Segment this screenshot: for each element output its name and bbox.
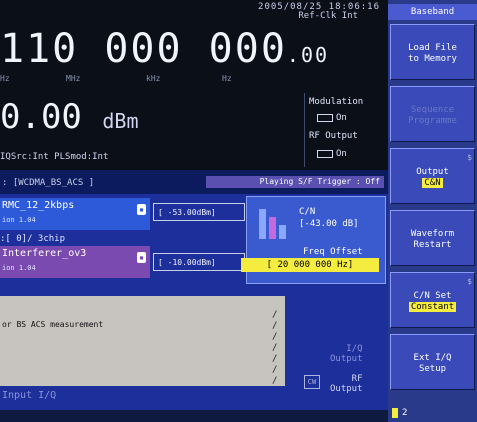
unit-hz: Hz	[0, 74, 10, 83]
output-value: C&N	[422, 178, 443, 188]
frequency-value: 110 000 000.00	[0, 26, 330, 72]
waveform-title: : [WCDMA_BS_ACS ]	[2, 178, 95, 188]
ext-iq-setup-button[interactable]: Ext I/Q Setup	[390, 334, 475, 390]
submenu-icon: $	[467, 277, 472, 286]
interferer-signal-label: Interferer_ov3	[2, 248, 87, 259]
level-display[interactable]: 0.00 dBm	[0, 93, 300, 148]
unit-khz: kHz	[146, 74, 161, 83]
divider-marks: / / / / / / /	[272, 310, 278, 386]
top-status-bar: 2005/08/25 18:06:16 Ref-Clk Int	[0, 0, 388, 22]
page-indicator[interactable]: 2	[388, 404, 477, 422]
cn-bars-icon	[255, 205, 293, 239]
cn-label: C/N	[299, 207, 316, 217]
interferer-signal-level[interactable]: [ -10.00dBm]	[153, 253, 245, 271]
file-icon: ▪	[137, 204, 146, 215]
ref-clock-status: Ref-Clk Int	[298, 11, 358, 21]
freq-offset-value[interactable]: [ 20 000 000 Hz]	[241, 258, 379, 272]
rf-output-toggle[interactable]: On	[317, 149, 347, 159]
load-file-button[interactable]: Load File to Memory	[390, 24, 475, 80]
wanted-signal-block[interactable]: RMC_12_2kbps ion 1.04 ▪	[0, 198, 150, 230]
wanted-signal-label: RMC_12_2kbps	[2, 200, 75, 211]
cn-panel[interactable]: C/N [-43.00 dB] Freq Offset [ 20 000 000…	[241, 196, 386, 284]
iq-output-label: I/Q Output	[330, 344, 363, 364]
baseband-block-diagram: RMC_12_2kbps ion 1.04 ▪ [ -53.00dBm] :[ …	[0, 194, 388, 410]
submenu-icon: $	[467, 153, 472, 162]
cw-box: CW	[304, 375, 320, 389]
wanted-signal-level[interactable]: [ -53.00dBm]	[153, 203, 245, 221]
description-text: or BS ACS measurement	[2, 320, 104, 329]
frequency-display[interactable]: 110 000 000.00 Hz MHz kHz Hz	[0, 22, 388, 92]
sequence-programme-button[interactable]: Sequence Programme	[390, 86, 475, 142]
interferer-signal-version: ion 1.04	[2, 264, 36, 272]
unit-mhz: MHz	[66, 74, 81, 83]
rf-output-port-label: RF Output	[330, 374, 363, 394]
page-marker-icon	[392, 408, 398, 418]
playing-status: Playing S/F Trigger : Off	[206, 176, 384, 188]
cn-set-value: Constant	[408, 302, 457, 312]
cn-set-button[interactable]: C/N Set Constant $	[390, 272, 475, 328]
softkey-panel: Baseband Load File to Memory Sequence Pr…	[388, 0, 477, 422]
rf-output-label: RF Output	[309, 131, 358, 141]
cn-value: [-43.00 dB]	[299, 219, 359, 229]
bottom-strip	[0, 410, 388, 422]
iq-source-status: IQSrc:Int PLSmod:Int	[0, 152, 109, 162]
level-value: 0.00 dBm	[0, 97, 139, 137]
file-icon: ▪	[137, 252, 146, 263]
chip-offset: :[ 0]/ 3chip	[0, 234, 66, 244]
interferer-signal-block[interactable]: Interferer_ov3 ion 1.04 ▪	[0, 246, 150, 278]
softkey-title: Baseband	[388, 4, 477, 20]
unit-hz-2: Hz	[222, 74, 232, 83]
description-box: or BS ACS measurement / / / / / / /	[0, 296, 285, 386]
wanted-signal-version: ion 1.04	[2, 216, 36, 224]
channel-bar: : [WCDMA_BS_ACS ] Playing S/F Trigger : …	[0, 170, 388, 194]
input-iq-label: Input I/Q	[2, 390, 57, 401]
instrument-screen: 2005/08/25 18:06:16 Ref-Clk Int 110 000 …	[0, 0, 388, 422]
modulation-toggle[interactable]: On	[317, 113, 347, 123]
freq-offset-label: Freq Offset	[303, 247, 363, 257]
modulation-panel: Modulation On RF Output On	[304, 93, 387, 167]
waveform-restart-button[interactable]: Waveform Restart	[390, 210, 475, 266]
modulation-label: Modulation	[309, 97, 364, 107]
output-button[interactable]: Output C&N $	[390, 148, 475, 204]
